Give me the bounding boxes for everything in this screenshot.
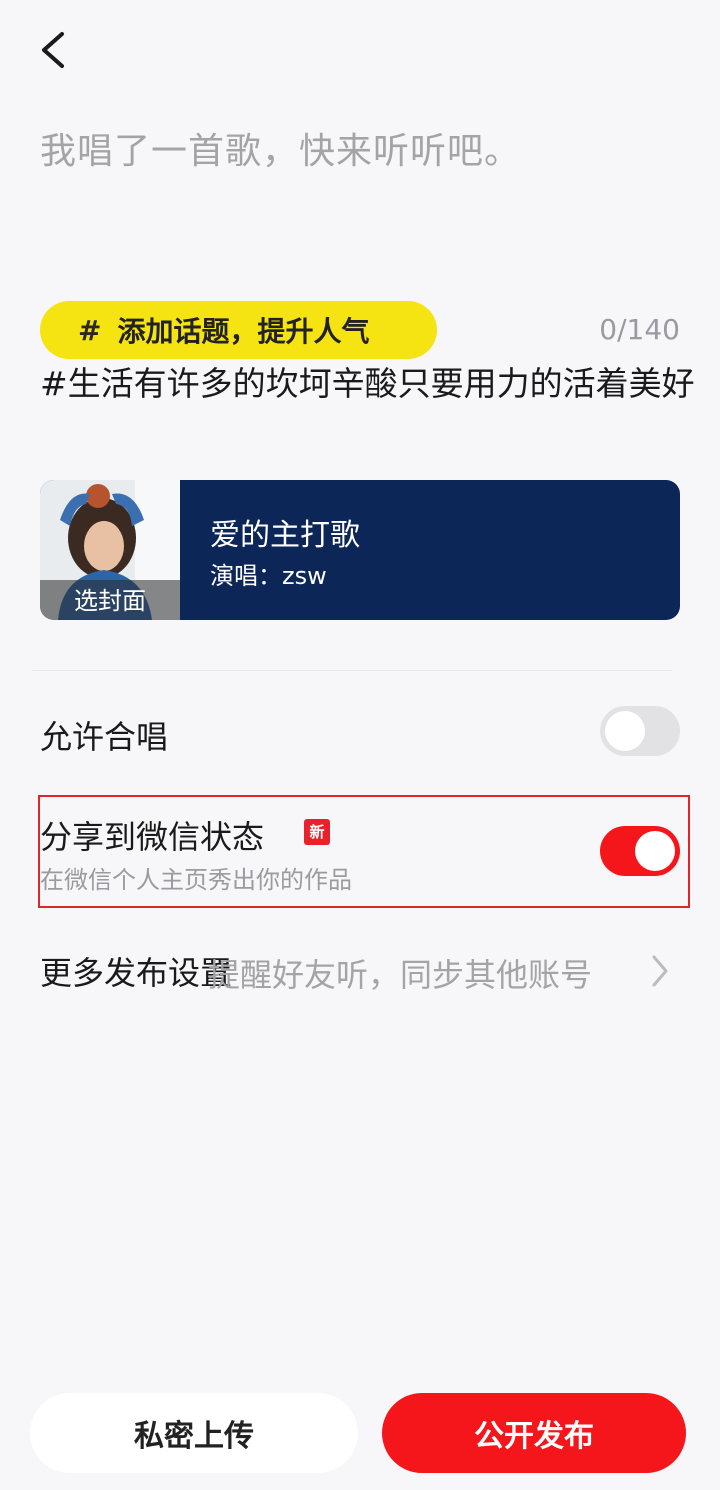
new-badge: 新 [304, 819, 330, 845]
private-upload-button[interactable]: 私密上传 [30, 1393, 358, 1473]
cover-picker[interactable]: 选封面 [40, 480, 180, 620]
toggle-knob [605, 711, 645, 751]
more-settings-label[interactable]: 更多发布设置 [40, 948, 232, 994]
song-artist: 演唱：zsw [210, 562, 327, 590]
wechat-share-subtitle: 在微信个人主页秀出你的作品 [40, 866, 352, 894]
allow-chorus-toggle[interactable] [600, 706, 680, 756]
song-title: 爱的主打歌 [210, 518, 360, 553]
add-topic-label: 添加话题，提升人气 [117, 315, 370, 348]
hashtag-text[interactable]: #生活有许多的坎坷辛酸只要用力的活着美好 [40, 362, 720, 406]
wechat-share-label: 分享到微信状态 [40, 818, 265, 856]
divider [32, 670, 672, 671]
more-settings-hint[interactable]: 提醒好友听，同步其他账号 [208, 950, 592, 996]
back-chevron-icon[interactable] [34, 28, 78, 72]
chevron-right-icon[interactable] [650, 953, 670, 989]
allow-chorus-label: 允许合唱 [40, 718, 169, 756]
cover-label: 选封面 [40, 580, 180, 620]
caption-input[interactable]: 我唱了一首歌，快来听听吧。 [40, 122, 521, 174]
char-counter: 0/140 [599, 313, 680, 346]
toggle-knob [635, 831, 675, 871]
public-publish-button[interactable]: 公开发布 [382, 1393, 686, 1473]
add-topic-button[interactable]: # 添加话题，提升人气 [40, 301, 437, 359]
hashtag-icon: # [78, 313, 102, 347]
song-card: 选封面 爱的主打歌 演唱：zsw [40, 480, 680, 620]
wechat-share-toggle[interactable] [600, 826, 680, 876]
